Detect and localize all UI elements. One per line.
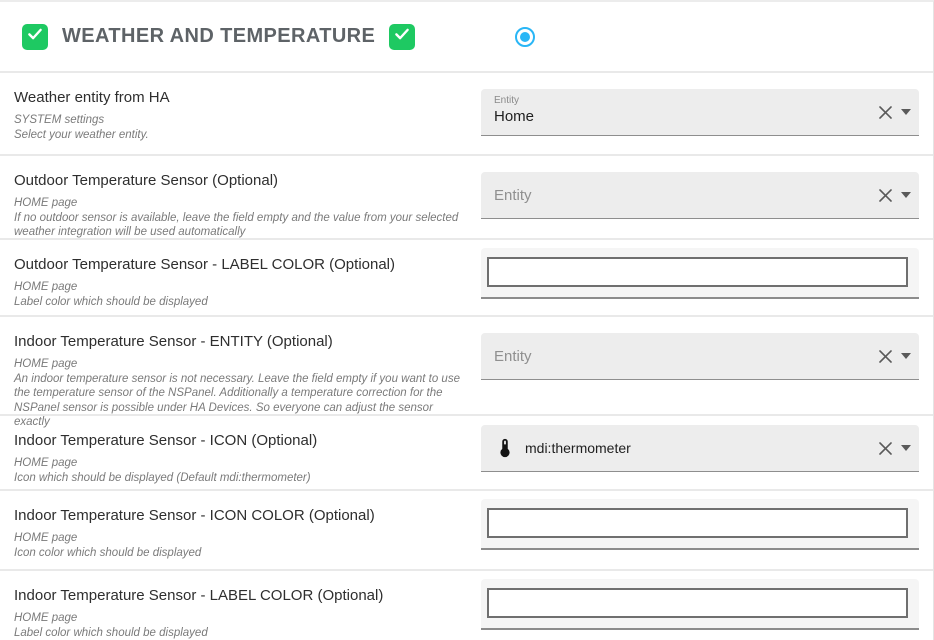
setting-context: HOME page <box>14 611 465 626</box>
check-icon <box>393 25 411 48</box>
chevron-down-icon[interactable] <box>901 192 911 198</box>
setting-row-outdoor-sensor: Outdoor Temperature Sensor (Optional) HO… <box>0 156 933 240</box>
setting-heading: Indoor Temperature Sensor - ENTITY (Opti… <box>14 333 465 350</box>
indoor-icon-color-field <box>481 499 919 550</box>
setting-context: HOME page <box>14 456 465 471</box>
setting-description: Label color which should be displayed <box>14 626 465 640</box>
section-title: WEATHER AND TEMPERATURE <box>62 25 375 48</box>
clear-x-icon[interactable] <box>876 439 894 457</box>
setting-heading: Indoor Temperature Sensor - ICON (Option… <box>14 432 465 449</box>
setting-heading: Indoor Temperature Sensor - ICON COLOR (… <box>14 507 465 524</box>
outdoor-label-color-field <box>481 248 919 299</box>
outdoor-label-color-input[interactable] <box>487 257 908 287</box>
indoor-label-color-input[interactable] <box>487 588 908 618</box>
outdoor-entity-select[interactable]: Entity <box>481 172 919 219</box>
setting-context: SYSTEM settings <box>14 113 465 128</box>
setting-context: HOME page <box>14 196 465 211</box>
setting-description: Icon which should be displayed (Default … <box>14 471 465 486</box>
clear-x-icon[interactable] <box>876 347 894 365</box>
indoor-icon-select[interactable]: mdi:thermometer <box>481 425 919 472</box>
section-secondary-checkbox[interactable] <box>389 24 415 50</box>
setting-description: If no outdoor sensor is available, leave… <box>14 211 465 240</box>
section-enabled-checkbox[interactable] <box>22 24 48 50</box>
indoor-label-color-field <box>481 579 919 630</box>
indoor-icon-color-input[interactable] <box>487 508 908 538</box>
section-header: WEATHER AND TEMPERATURE <box>0 2 933 73</box>
check-icon <box>26 25 44 48</box>
indoor-entity-select[interactable]: Entity <box>481 333 919 380</box>
chevron-down-icon[interactable] <box>901 445 911 451</box>
setting-context: HOME page <box>14 357 465 372</box>
setting-heading: Outdoor Temperature Sensor - LABEL COLOR… <box>14 256 465 273</box>
setting-row-indoor-icon-color: Indoor Temperature Sensor - ICON COLOR (… <box>0 491 933 571</box>
select-placeholder: Entity <box>494 348 532 365</box>
select-value: mdi:thermometer <box>525 438 631 458</box>
setting-heading: Weather entity from HA <box>14 89 465 106</box>
setting-description: Select your weather entity. <box>14 128 465 143</box>
setting-heading: Indoor Temperature Sensor - LABEL COLOR … <box>14 587 465 604</box>
select-value: Home <box>494 107 863 127</box>
clear-x-icon[interactable] <box>876 186 894 204</box>
thermometer-icon <box>494 437 516 459</box>
setting-heading: Outdoor Temperature Sensor (Optional) <box>14 172 465 189</box>
setting-row-indoor-label-color: Indoor Temperature Sensor - LABEL COLOR … <box>0 571 933 640</box>
settings-page: WEATHER AND TEMPERATURE Weather entity f… <box>0 0 934 640</box>
setting-row-weather-entity: Weather entity from HA SYSTEM settings S… <box>0 73 933 156</box>
chevron-down-icon[interactable] <box>901 109 911 115</box>
clear-x-icon[interactable] <box>876 103 894 121</box>
setting-row-outdoor-label-color: Outdoor Temperature Sensor - LABEL COLOR… <box>0 240 933 317</box>
chevron-down-icon[interactable] <box>901 353 911 359</box>
weather-entity-select[interactable]: Entity Home <box>481 89 919 136</box>
setting-description: Icon color which should be displayed <box>14 546 465 561</box>
setting-context: HOME page <box>14 531 465 546</box>
setting-row-indoor-entity: Indoor Temperature Sensor - ENTITY (Opti… <box>0 317 933 416</box>
radio-selected-icon[interactable] <box>515 27 535 47</box>
setting-description: Label color which should be displayed <box>14 295 465 310</box>
select-placeholder: Entity <box>494 187 532 204</box>
select-float-label: Entity <box>494 95 863 107</box>
setting-context: HOME page <box>14 280 465 295</box>
setting-row-indoor-icon: Indoor Temperature Sensor - ICON (Option… <box>0 416 933 491</box>
